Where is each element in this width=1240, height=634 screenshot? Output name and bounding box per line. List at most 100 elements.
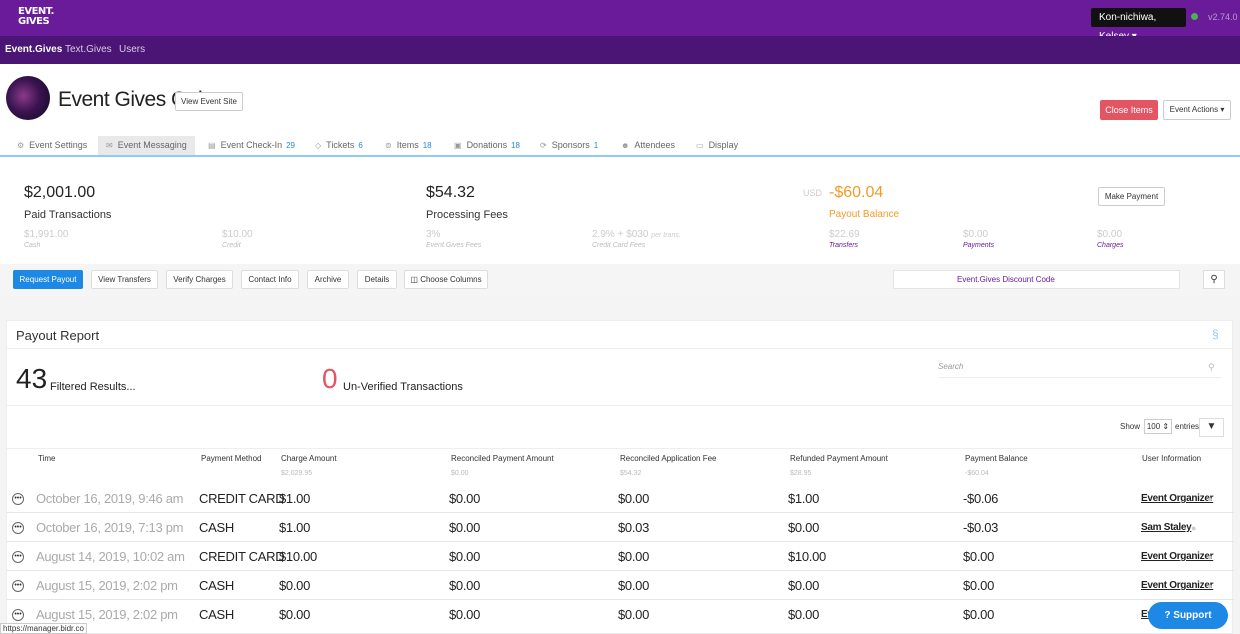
col-user-information[interactable]: User Information: [1142, 454, 1201, 463]
more-options-icon[interactable]: •••: [12, 551, 24, 563]
row-user-link[interactable]: Event Organizer: [1141, 493, 1214, 504]
tab-label: Display: [708, 140, 739, 150]
tab-tickets[interactable]: ◇ Tickets 6: [307, 136, 371, 155]
tab-event-check-in[interactable]: ▤ Event Check-In 29: [200, 136, 303, 155]
nav-item-event-gives[interactable]: Event.Gives: [5, 44, 62, 55]
row-rec-fee: $0.00: [618, 578, 650, 593]
col-charge-amount[interactable]: Charge Amount: [281, 454, 337, 463]
row-time: August 15, 2019, 2:02 pm: [36, 607, 178, 622]
col-refunded-payment[interactable]: Refunded Payment Amount: [790, 454, 888, 463]
help-icon: ?: [1164, 610, 1171, 621]
request-payout-button[interactable]: Request Payout: [13, 270, 83, 289]
event-tabs: ⚙ Event Settings ✉ Event Messaging ▤ Event …: [0, 136, 1240, 156]
row-rec-pay: $0.00: [449, 549, 481, 564]
tab-event-settings[interactable]: ⚙ Event Settings: [9, 136, 95, 155]
divider: [7, 448, 1234, 449]
row-charge: $1.00: [279, 491, 311, 506]
total-reconciled-payment: $0.00: [451, 470, 469, 477]
row-charge: $1.00: [279, 520, 311, 535]
search-icon[interactable]: ⚲: [1203, 270, 1225, 289]
close-items-button[interactable]: Close Items: [1100, 100, 1158, 120]
items-icon: ⊜: [385, 141, 392, 150]
chat-icon[interactable]: ●: [1191, 523, 1196, 533]
col-payment-method[interactable]: Payment Method: [201, 454, 261, 463]
tab-attendees[interactable]: ☻ Attendees: [613, 136, 683, 155]
payout-balance-value: -$60.04: [829, 184, 884, 201]
tab-count: 29: [286, 141, 295, 150]
col-payment-balance[interactable]: Payment Balance: [965, 454, 1028, 463]
row-method: CREDIT CARD: [199, 549, 285, 564]
more-options-icon[interactable]: •••: [12, 522, 24, 534]
contact-info-button[interactable]: Contact Info: [241, 270, 299, 289]
monitor-icon: ▭: [696, 141, 704, 150]
col-reconciled-fee[interactable]: Reconciled Application Fee: [620, 454, 717, 463]
filtered-label: Filtered Results...: [50, 381, 136, 393]
tab-display[interactable]: ▭ Display: [688, 136, 746, 155]
nav-item-users[interactable]: Users: [119, 44, 145, 55]
app-logo[interactable]: EVENT. GIVES: [18, 7, 54, 27]
more-options-icon[interactable]: •••: [12, 493, 24, 505]
choose-columns-button[interactable]: ◫ Choose Columns: [404, 270, 488, 289]
cc-fee-suffix: per trans.: [651, 232, 681, 239]
view-event-site-button[interactable]: View Event Site: [175, 92, 243, 111]
table-row[interactable]: ••• August 14, 2019, 10:02 am CREDIT CAR…: [7, 542, 1234, 571]
row-method: CASH: [199, 578, 234, 593]
sync-icon[interactable]: §: [1212, 327, 1219, 341]
col-time[interactable]: Time: [38, 454, 55, 463]
charges-label[interactable]: Charges: [1097, 242, 1123, 249]
chat-icon[interactable]: ●: [1207, 494, 1212, 504]
tab-label: Sponsors: [551, 140, 590, 150]
table-row[interactable]: ••• October 16, 2019, 7:13 pm CASH $1.00…: [7, 513, 1234, 542]
financial-summary: $2,001.00 Paid Transactions $1,991.00 Ca…: [0, 157, 1240, 264]
table-row[interactable]: ••• August 15, 2019, 2:02 pm CASH $0.00 …: [7, 600, 1234, 629]
tag-icon: ◇: [315, 141, 322, 150]
row-balance: $0.00: [963, 549, 995, 564]
more-options-icon[interactable]: •••: [12, 609, 24, 621]
payments-label[interactable]: Payments: [963, 242, 994, 249]
row-user-link[interactable]: Sam Staley: [1141, 522, 1192, 533]
tab-items[interactable]: ⊜ Items 18: [377, 136, 440, 155]
tab-donations[interactable]: ▣ Donations 18: [446, 136, 528, 155]
details-button[interactable]: Details: [357, 270, 397, 289]
tab-label: Event Check-In: [220, 140, 283, 150]
tab-label: Tickets: [326, 140, 355, 150]
archive-button[interactable]: Archive: [307, 270, 349, 289]
user-menu-button[interactable]: Kon-nichiwa, Kelsey ▾: [1091, 8, 1186, 42]
more-options-icon[interactable]: •••: [12, 580, 24, 592]
tab-sponsors[interactable]: ⟳ Sponsors 1: [532, 136, 606, 155]
row-user-link[interactable]: Event Organizer: [1141, 551, 1214, 562]
credit-value: $10.00: [222, 229, 253, 240]
event-actions-button[interactable]: Event Actions ▾: [1163, 100, 1231, 120]
unverified-count: 0: [322, 363, 338, 394]
row-refund: $1.00: [788, 491, 820, 506]
make-payment-button[interactable]: Make Payment: [1098, 187, 1165, 206]
support-button[interactable]: ? Support: [1148, 602, 1228, 629]
tab-count: 18: [422, 141, 432, 150]
table-row[interactable]: ••• August 15, 2019, 2:02 pm CASH $0.00 …: [7, 571, 1234, 600]
tab-label: Event Messaging: [117, 140, 187, 150]
row-refund: $10.00: [788, 549, 826, 564]
nav-item-text-gives[interactable]: Text.Gives: [65, 44, 112, 55]
users-icon: ☻: [621, 141, 630, 150]
charges-value: $0.00: [1097, 229, 1123, 240]
filter-icon[interactable]: ▼: [1199, 418, 1224, 437]
chat-icon[interactable]: ●: [1207, 581, 1212, 591]
divider: [7, 405, 1234, 406]
row-rec-pay: $0.00: [449, 607, 481, 622]
entries-select[interactable]: 100 ⇕: [1144, 419, 1172, 434]
discount-code-input[interactable]: Event.Gives Discount Code: [893, 270, 1180, 289]
transfers-label[interactable]: Transfers: [829, 242, 858, 249]
row-user-link[interactable]: Event Organizer: [1141, 580, 1214, 591]
cc-fee-value: 2.9% + $030 per trans.: [592, 229, 681, 240]
search-input[interactable]: Search: [938, 362, 963, 371]
unverified-label: Un-Verified Transactions: [343, 381, 463, 393]
view-transfers-button[interactable]: View Transfers: [91, 270, 158, 289]
table-row[interactable]: ••• October 16, 2019, 9:46 am CREDIT CAR…: [7, 484, 1234, 513]
col-reconciled-payment[interactable]: Reconciled Payment Amount: [451, 454, 554, 463]
verify-charges-button[interactable]: Verify Charges: [166, 270, 233, 289]
report-toolbar: Request Payout View Transfers Verify Cha…: [0, 264, 1240, 296]
tab-event-messaging[interactable]: ✉ Event Messaging: [98, 136, 195, 155]
credit-label: Credit: [222, 242, 241, 249]
checkin-icon: ▤: [208, 141, 216, 150]
chat-icon[interactable]: ●: [1207, 552, 1212, 562]
